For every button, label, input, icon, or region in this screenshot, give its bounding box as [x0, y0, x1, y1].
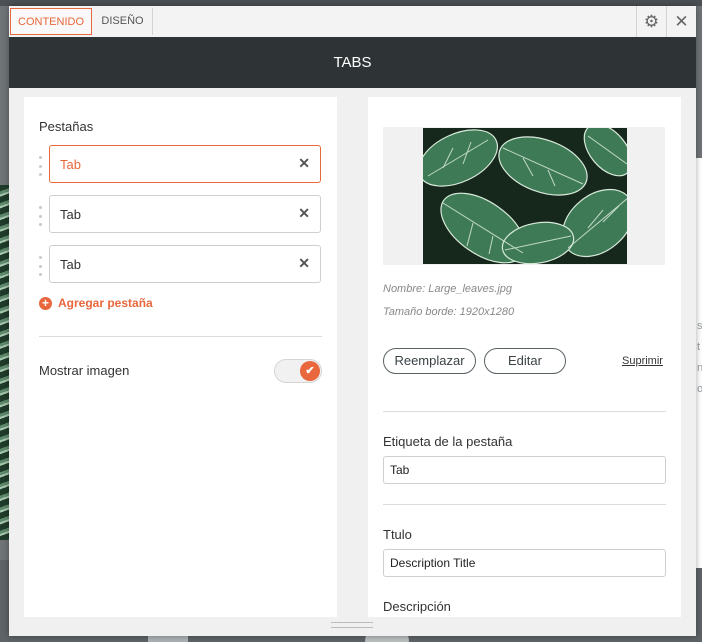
- divider: [383, 411, 666, 412]
- tab-item[interactable]: Tab ✕: [49, 145, 321, 183]
- background-text: t: [697, 341, 701, 353]
- gear-icon: ⚙: [643, 11, 660, 31]
- title-input[interactable]: [383, 549, 666, 577]
- settings-button[interactable]: ⚙: [636, 6, 666, 37]
- tab-item-label: Tab: [60, 257, 81, 272]
- plus-circle-icon: +: [39, 296, 52, 310]
- drag-handle[interactable]: [37, 156, 43, 176]
- tab-item[interactable]: Tab ✕: [49, 195, 321, 233]
- close-button[interactable]: ✕: [666, 6, 696, 37]
- remove-tab-icon[interactable]: ✕: [298, 205, 310, 222]
- tabs-settings-modal: CONTENIDO DISEÑO ⚙ ✕ TABS Pestañas Tab ✕…: [9, 6, 696, 636]
- drag-handle[interactable]: [37, 256, 43, 276]
- tab-item[interactable]: Tab ✕: [49, 245, 321, 283]
- show-image-toggle[interactable]: ✔: [274, 359, 322, 383]
- modal-toolbar: CONTENIDO DISEÑO ⚙ ✕: [9, 6, 696, 38]
- delete-image-link[interactable]: Suprimir: [622, 355, 663, 367]
- tabs-list-panel: Pestañas Tab ✕ Tab ✕ Tab ✕ + Agregar pes…: [24, 97, 337, 617]
- close-icon: ✕: [674, 11, 689, 31]
- tab-design[interactable]: DISEÑO: [93, 8, 153, 35]
- tabs-section-label: Pestañas: [39, 119, 94, 134]
- modal-header: TABS: [9, 37, 696, 88]
- background-text: n: [697, 362, 702, 374]
- remove-tab-icon[interactable]: ✕: [298, 155, 310, 172]
- description-field-label: Descripción: [383, 599, 451, 614]
- resize-handle[interactable]: [331, 622, 373, 628]
- show-image-label: Mostrar imagen: [39, 363, 130, 378]
- tab-content[interactable]: CONTENIDO: [10, 8, 92, 35]
- background-text: o: [697, 383, 702, 395]
- check-icon: ✔: [300, 361, 320, 381]
- add-tab-label: Agregar pestaña: [58, 296, 153, 310]
- tab-detail-panel: Nombre: Large_leaves.jpg Tamaño borde: 1…: [368, 97, 681, 617]
- tab-label-input[interactable]: [383, 456, 666, 484]
- divider: [383, 504, 666, 505]
- tab-item-label: Tab: [60, 157, 81, 172]
- image-size: Tamaño borde: 1920x1280: [383, 306, 515, 318]
- title-field-label: Ttulo: [383, 527, 412, 542]
- modal-title: TABS: [333, 54, 372, 71]
- divider: [39, 336, 322, 337]
- edit-image-button[interactable]: Editar: [484, 348, 566, 374]
- remove-tab-icon[interactable]: ✕: [298, 255, 310, 272]
- image-name: Nombre: Large_leaves.jpg: [383, 283, 513, 295]
- tab-item-label: Tab: [60, 207, 81, 222]
- drag-handle[interactable]: [37, 206, 43, 226]
- add-tab-button[interactable]: + Agregar pestaña: [39, 296, 153, 310]
- image-preview[interactable]: [383, 127, 665, 265]
- background-leaf-image: [0, 185, 9, 540]
- replace-image-button[interactable]: Reemplazar: [383, 348, 476, 374]
- background-text: s: [697, 320, 702, 332]
- tab-label-field-label: Etiqueta de la pestaña: [383, 434, 513, 449]
- leaves-image: [423, 128, 627, 264]
